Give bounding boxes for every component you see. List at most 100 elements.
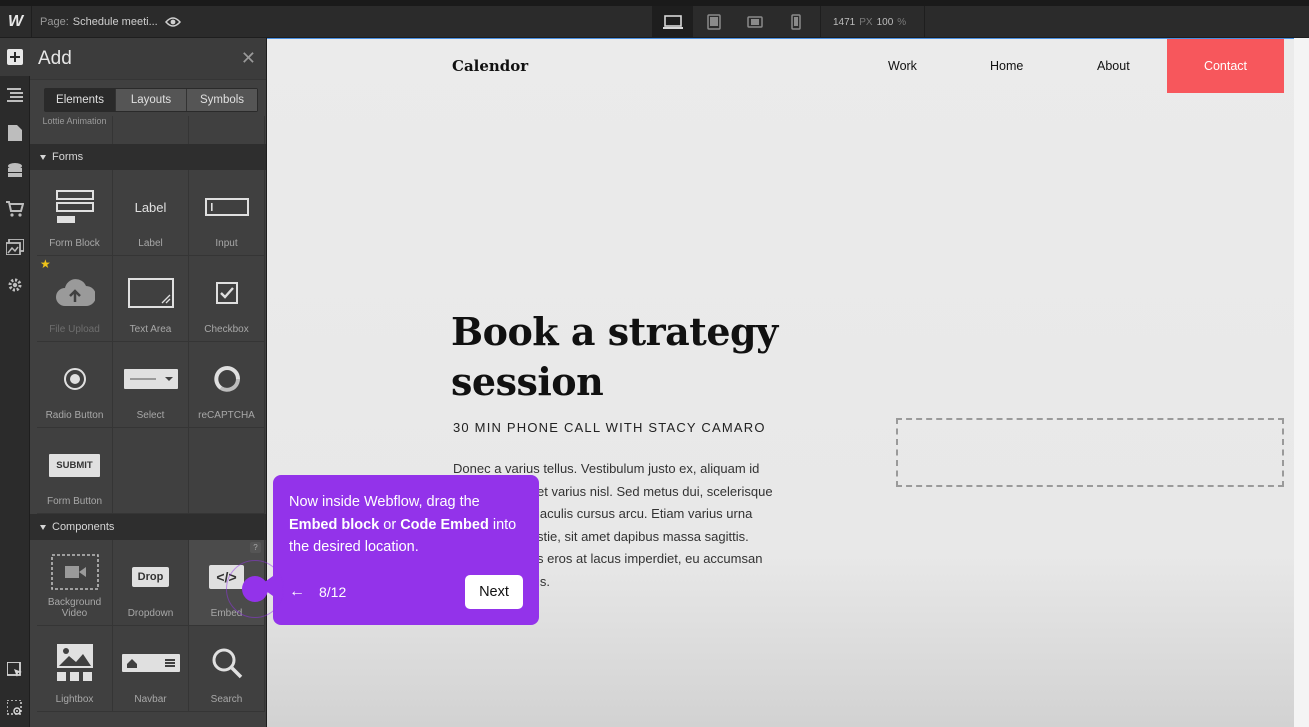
nav-link-work[interactable]: Work — [888, 59, 917, 73]
walkthrough-hotspot — [226, 560, 284, 618]
dropdown-icon: Drop — [131, 540, 170, 608]
recaptcha-element[interactable]: reCAPTCHA — [189, 342, 265, 428]
pages-icon[interactable] — [0, 114, 30, 152]
next-button[interactable]: Next — [465, 575, 523, 609]
tooltip-progress: ← 8/12 — [289, 583, 346, 601]
cms-database-icon[interactable] — [0, 152, 30, 190]
collapse-triangle-icon — [40, 154, 46, 160]
preview-eye-icon[interactable] — [160, 9, 186, 35]
back-arrow-icon[interactable]: ← — [289, 583, 305, 601]
tooltip-bold-embed-block: Embed block — [289, 516, 380, 533]
background-video-label: Background Video — [47, 597, 102, 619]
empty-grid-cell — [113, 428, 189, 514]
add-panel-header: Add ✕ — [30, 38, 266, 80]
canvas-width-value: 1471 — [833, 16, 856, 28]
empty-grid-cell — [189, 428, 265, 514]
checkbox-label: Checkbox — [204, 324, 249, 335]
dropdown-element[interactable]: Drop Dropdown — [113, 540, 189, 626]
submit-icon-text: SUBMIT — [49, 453, 100, 477]
input-element[interactable]: Input — [189, 170, 265, 256]
truncated-element-row: Lottie Animation — [37, 116, 266, 144]
close-icon[interactable]: ✕ — [241, 48, 256, 69]
collapse-triangle-icon — [40, 524, 46, 530]
checkbox-icon — [215, 256, 238, 324]
page-selector[interactable]: Page: Schedule meeti... — [32, 16, 160, 28]
mobile-portrait-breakpoint-icon[interactable] — [775, 6, 816, 38]
checkbox-element[interactable]: Checkbox — [189, 256, 265, 342]
desktop-breakpoint-icon[interactable] — [652, 6, 693, 38]
select-label: Select — [136, 410, 165, 421]
lightbox-label: Lightbox — [55, 694, 94, 705]
select-dropdown-icon — [123, 342, 178, 410]
settings-gear-icon[interactable] — [0, 266, 30, 304]
radio-button-label: Radio Button — [45, 410, 104, 421]
site-brand-logo[interactable]: Calendor — [452, 57, 528, 75]
tab-symbols[interactable]: Symbols — [186, 89, 257, 111]
ecommerce-cart-icon[interactable] — [0, 190, 30, 228]
search-icon — [211, 626, 243, 694]
label-text-icon: Label — [135, 170, 167, 238]
radio-button-element[interactable]: Radio Button — [37, 342, 113, 428]
text-area-element[interactable]: Text Area — [113, 256, 189, 342]
form-block-element[interactable]: Form Block — [37, 170, 113, 256]
form-block-label: Form Block — [49, 238, 100, 249]
left-tool-rail — [0, 38, 30, 727]
nav-link-home[interactable]: Home — [990, 59, 1023, 73]
assets-icon[interactable] — [0, 228, 30, 266]
hotspot-dot — [242, 576, 268, 602]
forms-grid: Form Block Label Label Input ★ File Uplo… — [37, 170, 266, 514]
lightbox-image-icon — [55, 626, 95, 694]
walkthrough-tooltip: Now inside Webflow, drag the Embed block… — [273, 475, 539, 625]
navbar-element[interactable]: Navbar — [113, 626, 189, 712]
canvas-size-readout: 1471 PX 100 % — [820, 6, 925, 38]
breakpoint-switcher — [652, 6, 816, 38]
help-badge[interactable]: ? — [250, 542, 261, 553]
text-area-icon — [127, 256, 174, 324]
form-button-element[interactable]: SUBMIT Form Button — [37, 428, 113, 514]
select-cursor-icon[interactable] — [0, 651, 30, 689]
zoom-unit: % — [897, 16, 907, 28]
file-upload-element[interactable]: ★ File Upload — [37, 256, 113, 342]
search-label: Search — [210, 694, 243, 705]
nav-link-about[interactable]: About — [1097, 59, 1130, 73]
tooltip-footer: ← 8/12 Next — [289, 575, 523, 609]
tooltip-step-counter: 8/12 — [319, 584, 347, 600]
label-icon-text: Label — [134, 199, 167, 215]
hero-heading[interactable]: Book a strategy session — [451, 307, 811, 407]
webflow-logo[interactable]: W — [0, 5, 32, 38]
background-video-element[interactable]: Background Video — [37, 540, 113, 626]
add-panel-icon[interactable] — [0, 38, 30, 76]
tooltip-text-a: Now inside Webflow, drag the — [289, 494, 480, 510]
page-name: Schedule meeti... — [72, 15, 158, 28]
label-label: Label — [138, 238, 163, 249]
canvas-width-unit: PX — [859, 16, 873, 28]
components-grid: Background Video Drop Dropdown ? </> Emb… — [37, 540, 266, 712]
navigator-icon[interactable] — [0, 76, 30, 114]
recaptcha-icon — [213, 342, 241, 410]
submit-button-icon: SUBMIT — [49, 428, 100, 496]
mobile-landscape-breakpoint-icon[interactable] — [734, 6, 775, 38]
search-element[interactable]: Search — [189, 626, 265, 712]
audit-preview-icon[interactable] — [0, 689, 30, 727]
components-section-header[interactable]: Components — [30, 514, 266, 540]
forms-section-header[interactable]: Forms — [30, 144, 266, 170]
tooltip-bold-code-embed: Code Embed — [400, 516, 489, 533]
nav-contact-button[interactable]: Contact — [1167, 39, 1284, 93]
label-element[interactable]: Label Label — [113, 170, 189, 256]
input-field-icon — [204, 170, 249, 238]
hero-subheading[interactable]: 30 MIN PHONE CALL WITH STACY CAMARO — [453, 420, 766, 435]
tab-layouts[interactable]: Layouts — [115, 89, 186, 111]
input-label: Input — [215, 238, 238, 249]
form-block-icon — [55, 170, 95, 238]
dropdown-icon-text: Drop — [131, 567, 170, 587]
embed-drop-target[interactable] — [896, 418, 1284, 487]
add-panel-title: Add — [38, 47, 72, 69]
tab-elements[interactable]: Elements — [45, 89, 115, 111]
lightbox-element[interactable]: Lightbox — [37, 626, 113, 712]
lottie-animation-label[interactable]: Lottie Animation — [37, 116, 113, 144]
tooltip-message: Now inside Webflow, drag the Embed block… — [289, 491, 523, 559]
navbar-icon — [121, 626, 180, 694]
tooltip-text-b: or — [379, 516, 401, 533]
tablet-breakpoint-icon[interactable] — [693, 6, 734, 38]
select-element[interactable]: Select — [113, 342, 189, 428]
